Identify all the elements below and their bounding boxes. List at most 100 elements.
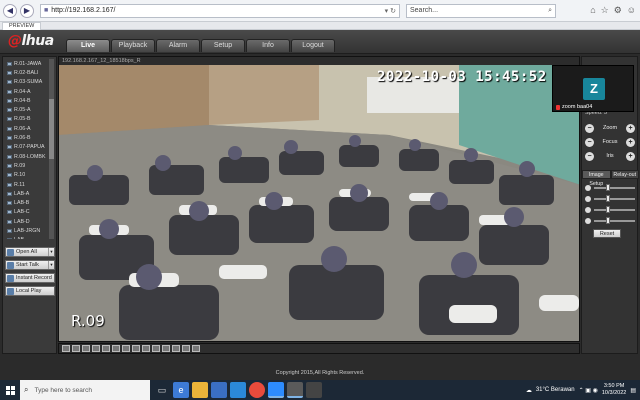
menu-alarm[interactable]: Alarm xyxy=(156,39,200,52)
snapshot-icon[interactable] xyxy=(112,345,120,352)
address-bar[interactable]: ■ http://192.168.2.167/ ▾ ↻ xyxy=(40,3,400,18)
open-all-button[interactable]: Open All ▼ xyxy=(5,247,55,257)
iris-minus-button[interactable]: − xyxy=(585,151,594,161)
search-icon[interactable]: ⌕ xyxy=(548,7,552,15)
browser-tab[interactable]: PREVIEW xyxy=(2,22,42,30)
forward-button[interactable]: ▶ xyxy=(20,3,34,18)
record-icon[interactable] xyxy=(122,345,130,352)
browser-search[interactable]: Search... ⌕ xyxy=(406,3,556,18)
taskbar-search[interactable]: ⌕ Type here to search xyxy=(20,380,150,400)
brightness-slider[interactable] xyxy=(585,184,635,192)
refresh-icon[interactable]: ▾ ↻ xyxy=(385,7,399,15)
home-icon[interactable]: ⌂ xyxy=(590,5,595,16)
channel-item[interactable]: R.05-B xyxy=(4,115,49,124)
store-icon[interactable] xyxy=(211,382,227,398)
zoom-in-button[interactable]: + xyxy=(626,123,635,133)
layout-4-icon[interactable] xyxy=(72,345,80,352)
task-view-icon[interactable]: ▭ xyxy=(154,382,170,398)
channel-item[interactable]: R.04-B xyxy=(4,96,49,105)
iris-plus-button[interactable]: + xyxy=(626,151,635,161)
menu-setup[interactable]: Setup xyxy=(201,39,245,52)
start-talk-button[interactable]: Start Talk ▼ xyxy=(5,260,55,270)
channel-item[interactable]: LAB-A xyxy=(4,189,49,198)
channel-item[interactable]: R.05-A xyxy=(4,105,49,114)
zoom-app-icon[interactable] xyxy=(268,382,284,398)
hue-slider[interactable] xyxy=(585,206,635,214)
channel-item[interactable]: R.08-LOMBK xyxy=(4,152,49,161)
tray-icons[interactable]: ⌃ ▣ ◉ xyxy=(579,387,598,394)
chevron-down-icon[interactable]: ▼ xyxy=(48,261,54,269)
favorites-icon[interactable]: ☆ xyxy=(601,5,609,16)
menu-info[interactable]: Info xyxy=(246,39,290,52)
fullscreen-icon[interactable] xyxy=(102,345,110,352)
refresh-icon[interactable] xyxy=(182,345,190,352)
camera-icon xyxy=(7,201,12,206)
channel-item[interactable]: LAB-D xyxy=(4,217,49,226)
slider-knob[interactable] xyxy=(606,206,611,213)
layout-9-icon[interactable] xyxy=(82,345,90,352)
layout-1-icon[interactable] xyxy=(62,345,70,352)
saturation-slider[interactable] xyxy=(585,217,635,225)
channel-scrollbar[interactable] xyxy=(49,59,54,239)
channel-item[interactable]: R.03-SUMA xyxy=(4,78,49,87)
focus-minus-button[interactable]: − xyxy=(585,137,594,147)
zoom-icon[interactable] xyxy=(152,345,160,352)
weather-text[interactable]: 31°C Berawan xyxy=(536,387,575,393)
channel-item[interactable]: R.02-BALI xyxy=(4,68,49,77)
channel-label: LAB-D xyxy=(14,218,30,225)
scroll-thumb[interactable] xyxy=(49,99,54,159)
reset-button[interactable]: Reset xyxy=(593,229,621,238)
slider-knob[interactable] xyxy=(606,184,611,191)
audio-icon[interactable] xyxy=(162,345,170,352)
channel-item[interactable]: R.10 xyxy=(4,171,49,180)
channel-item[interactable]: LAB-C xyxy=(4,208,49,217)
channel-item[interactable]: R.04-A xyxy=(4,87,49,96)
slider-knob[interactable] xyxy=(606,217,611,224)
zoom-out-button[interactable]: − xyxy=(585,123,594,133)
menu-live[interactable]: Live xyxy=(66,39,110,52)
focus-plus-button[interactable]: + xyxy=(625,137,635,147)
chevron-down-icon[interactable]: ▼ xyxy=(48,248,54,256)
menu-logout[interactable]: Logout xyxy=(291,39,335,52)
taskbar-apps: ▭ e xyxy=(154,382,322,398)
video-viewport[interactable]: 192.168.2.167_12_18518bps_R 2022-10-03 1… xyxy=(58,56,580,342)
smiley-icon[interactable]: ☺ xyxy=(627,5,636,16)
channel-item[interactable]: R.01-JAWA xyxy=(4,59,49,68)
channel-item[interactable]: R.09 xyxy=(4,161,49,170)
browser-search-placeholder: Search... xyxy=(410,7,439,14)
channel-label: R.06-A xyxy=(14,125,31,132)
start-button[interactable] xyxy=(0,380,20,400)
contrast-slider[interactable] xyxy=(585,195,635,203)
clock[interactable]: 3:50 PM 10/3/2022 xyxy=(602,383,626,397)
terminal-icon[interactable] xyxy=(306,382,322,398)
notifications-icon[interactable]: ▤ xyxy=(630,387,636,394)
channel-item[interactable]: LAB-B xyxy=(4,198,49,207)
tab-image-setup[interactable]: Image Setup xyxy=(582,170,611,187)
file-explorer-icon[interactable] xyxy=(192,382,208,398)
layout-16-icon[interactable] xyxy=(92,345,100,352)
channel-item[interactable]: LAB-... xyxy=(4,236,49,239)
instant-record-button[interactable]: Instant Record xyxy=(5,273,55,283)
mail-icon[interactable] xyxy=(230,382,246,398)
stream-main-icon[interactable] xyxy=(132,345,140,352)
settings-icon[interactable]: ⚙ xyxy=(614,5,622,16)
close-all-icon[interactable] xyxy=(172,345,180,352)
hue-icon xyxy=(585,207,591,213)
slider-knob[interactable] xyxy=(606,195,611,202)
back-button[interactable]: ◀ xyxy=(3,3,17,18)
ptz-focus-row: − Focus + xyxy=(585,137,635,147)
channel-item[interactable]: R.11 xyxy=(4,180,49,189)
fit-icon[interactable] xyxy=(192,345,200,352)
local-play-button[interactable]: Local Play xyxy=(5,286,55,296)
edge-icon[interactable]: e xyxy=(173,382,189,398)
tab-relay-out[interactable]: Relay-out xyxy=(610,170,639,179)
channel-item[interactable]: R.06-A xyxy=(4,124,49,133)
ie-icon[interactable] xyxy=(287,382,303,398)
channel-item[interactable]: R.07-PAPUA xyxy=(4,143,49,152)
channel-item[interactable]: LAB-JRGN xyxy=(4,226,49,235)
menu-playback[interactable]: Playback xyxy=(111,39,155,52)
channel-item[interactable]: R.06-B xyxy=(4,133,49,142)
zoom-participant-tile[interactable]: Z zoom baa04 xyxy=(552,65,634,112)
stream-sub-icon[interactable] xyxy=(142,345,150,352)
chrome-icon[interactable] xyxy=(249,382,265,398)
